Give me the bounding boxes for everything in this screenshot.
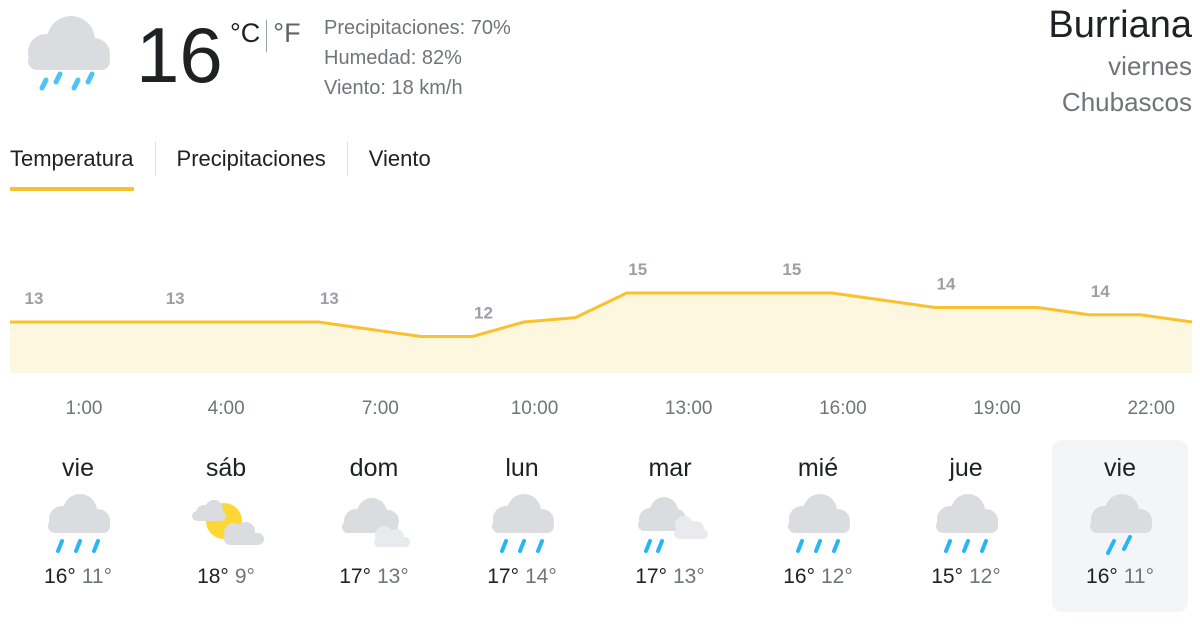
day-label: jue [949,454,983,482]
data-label: 14 [1091,282,1110,301]
humidity-text: Humedad: 82% [324,47,462,69]
day-card[interactable]: sáb 18° 9° [158,440,294,612]
fahrenheit-button[interactable]: °F [273,18,300,49]
time-tick-label: 13:00 [665,398,713,419]
rain-heavy-icon [48,494,110,553]
partly-cloudy-icon [192,500,264,545]
day-label: vie [1104,454,1136,482]
day-card[interactable]: mié 16° 12° [750,440,886,612]
high-temp: 18° [197,565,229,588]
unit-divider [266,20,268,52]
rain-heavy-icon [936,494,998,553]
high-temp: 17° [487,565,519,588]
showers-icon [1090,494,1152,555]
unit-toggle: °C °F [230,18,301,52]
time-tick-label: 7:00 [362,398,399,419]
day-card[interactable]: jue 15° 12° [898,440,1034,612]
day-label: mar [648,454,692,482]
day-label: vie [62,454,94,482]
day-label: lun [505,454,539,482]
data-label: 15 [782,260,801,279]
low-temp: 12° [821,565,853,588]
time-tick-label: 10:00 [511,398,559,419]
data-label: 14 [937,275,956,294]
data-label: 13 [320,289,339,308]
day-name: viernes [1108,51,1192,81]
time-tick-label: 19:00 [973,398,1021,419]
tab-wind[interactable]: Viento [369,140,431,178]
high-temp: 17° [339,565,371,588]
tab-divider [154,142,156,176]
low-temp: 13° [673,565,705,588]
high-temp: 16° [783,565,815,588]
temperature-chart: 13 1:00 13 4:00 13 7:00 12 10:00 15 13:00 15 16:00 1… [0,220,1200,420]
high-temp: 15° [931,565,963,588]
low-temp: 11° [81,565,112,588]
tab-temperature[interactable]: Temperatura [10,140,134,191]
condition-text: Chubascos [1061,87,1192,117]
data-label: 13 [166,289,185,308]
time-tick-label: 22:00 [1127,398,1175,419]
low-temp: 9° [234,565,255,588]
rain-heavy-icon [788,494,850,553]
rain-heavy-icon [492,494,554,553]
tab-precipitation[interactable]: Precipitaciones [177,140,326,178]
low-temp: 11° [1123,565,1154,588]
low-temp: 14° [525,565,557,588]
rain-cloud-icon [16,10,116,100]
time-tick-label: 1:00 [66,398,103,419]
day-label: dom [349,454,399,482]
temperature-chart-svg: 13 1:00 13 4:00 13 7:00 12 10:00 15 13:00 15 16:00 1… [10,260,1193,419]
daily-forecast: vie 16° 11° sáb 18° 9° dom 17° 13° lun 17° 1… [0,440,1200,620]
low-temp: 13° [377,565,409,588]
tab-divider [346,142,348,176]
time-tick-label: 16:00 [819,398,867,419]
location-block: Burriana viernes Chubascos [1048,2,1192,120]
day-card[interactable]: vie 16° 11° [10,440,146,612]
chart-tabs: Temperatura Precipitaciones Viento [10,140,431,194]
precipitation-text: Precipitaciones: 70% [324,17,511,39]
celsius-button[interactable]: °C [230,18,260,49]
low-temp: 12° [969,565,1001,588]
high-temp: 16° [1086,565,1118,588]
day-card[interactable]: dom 17° 13° [306,440,442,612]
day-label: mié [797,454,839,482]
data-label: 13 [25,289,44,308]
time-tick-label: 4:00 [208,398,245,419]
day-card[interactable]: mar 17° 13° [602,440,738,612]
cloud-rain-light-icon [638,497,708,553]
weather-details: Precipitaciones: 70% Humedad: 82% Viento… [324,13,511,103]
wind-text: Viento: 18 km/h [324,77,463,99]
high-temp: 17° [635,565,667,588]
day-label: sáb [205,454,247,482]
cloudy-icon [342,498,410,547]
data-label: 12 [474,304,493,323]
day-card-selected[interactable]: vie 16° 11° [1052,440,1188,612]
data-label: 15 [628,260,647,279]
day-card[interactable]: lun 17° 14° [454,440,590,612]
high-temp: 16° [44,565,76,588]
city-name: Burriana [1048,4,1192,46]
current-temperature: 16 [136,11,223,99]
